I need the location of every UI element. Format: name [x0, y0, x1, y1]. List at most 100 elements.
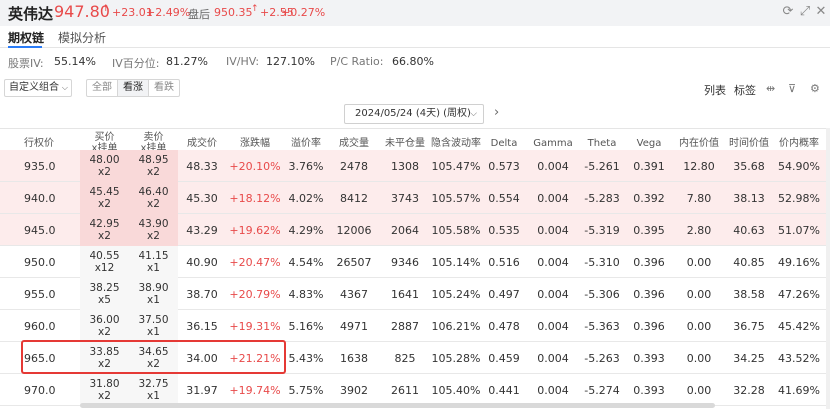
- cell-itm-prob: 41.69%: [778, 383, 820, 397]
- tag-view-button[interactable]: 标签: [734, 82, 756, 98]
- expand-icon[interactable]: ⤢: [797, 4, 813, 20]
- filter-all-button[interactable]: 全部: [87, 80, 118, 96]
- cell-strike: 940.0: [24, 191, 56, 205]
- table-row[interactable]: 950.0 40.55 x12 41.15 x1 40.90 +20.47% 4.54% 265…: [0, 246, 830, 278]
- cell-ask-size: x1: [147, 294, 160, 306]
- cell-ask[interactable]: 38.90 x1: [129, 278, 178, 310]
- cell-bid-size: x2: [98, 390, 111, 402]
- filter-puts-button[interactable]: 看跌: [149, 80, 179, 96]
- cell-bid-size: x12: [94, 262, 115, 274]
- cell-time-value: 40.63: [733, 223, 765, 237]
- cell-strike: 955.0: [24, 287, 56, 301]
- cell-bid-price: 36.00: [89, 314, 120, 326]
- cell-open-interest: 9346: [391, 255, 419, 269]
- cell-theta: -5.261: [584, 159, 620, 173]
- cell-bid-price: 31.80: [89, 378, 120, 390]
- cell-iv: 105.40%: [431, 383, 481, 397]
- expiry-date-bar: 2024/05/24 (4天) (周权) ⌵ ›: [0, 102, 830, 126]
- cell-time-value: 38.13: [733, 191, 765, 205]
- cell-bid-size: x2: [98, 326, 111, 338]
- cell-theta: -5.319: [584, 223, 620, 237]
- settings-gear-icon[interactable]: ⚙: [810, 82, 820, 95]
- cell-bid[interactable]: 42.95 x2: [80, 214, 129, 246]
- cell-bid[interactable]: 40.55 x12: [80, 246, 129, 278]
- iv-hv-value: 127.10%: [266, 55, 315, 68]
- horizontal-scrollbar[interactable]: [80, 403, 715, 408]
- cell-theta: -5.274: [584, 383, 620, 397]
- cell-time-value: 36.75: [733, 319, 765, 333]
- cell-delta: 0.535: [488, 223, 520, 237]
- cell-ask[interactable]: 46.40 x2: [129, 182, 178, 214]
- table-row[interactable]: 960.0 36.00 x2 37.50 x1 36.15 +19.31% 5.16% 4971…: [0, 310, 830, 342]
- cell-theta: -5.283: [584, 191, 620, 205]
- call-put-filter: 全部 看涨 看跌: [86, 79, 180, 97]
- cell-itm-prob: 47.26%: [778, 287, 820, 301]
- cell-vega: 0.396: [633, 319, 665, 333]
- cell-theta: -5.363: [584, 319, 620, 333]
- cell-volume: 26507: [336, 255, 372, 269]
- next-expiry-chevron-icon[interactable]: ›: [494, 105, 499, 120]
- expiry-date-select[interactable]: 2024/05/24 (4天) (周权) ⌵: [344, 104, 484, 124]
- cell-change-pct: +19.31%: [229, 319, 281, 333]
- cell-time-value: 40.85: [733, 255, 765, 269]
- cell-bid[interactable]: 45.45 x2: [80, 182, 129, 214]
- cell-ask[interactable]: 41.15 x1: [129, 246, 178, 278]
- cell-volume: 3902: [340, 383, 368, 397]
- cell-intrinsic: 7.80: [686, 191, 712, 205]
- table-row[interactable]: 945.0 42.95 x2 43.90 x2 43.29 +19.62% 4.29% 1200…: [0, 214, 830, 246]
- cell-delta: 0.554: [488, 191, 520, 205]
- cell-vega: 0.396: [633, 287, 665, 301]
- cell-gamma: 0.004: [537, 255, 569, 269]
- cell-ask[interactable]: 43.90 x2: [129, 214, 178, 246]
- list-view-button[interactable]: 列表: [704, 82, 726, 98]
- cell-intrinsic: 0.00: [686, 255, 712, 269]
- filter-icon[interactable]: ⊽: [788, 82, 796, 95]
- cell-bid[interactable]: 38.25 x5: [80, 278, 129, 310]
- cell-bid[interactable]: 31.80 x2: [80, 374, 129, 406]
- cell-open-interest: 3743: [391, 191, 419, 205]
- table-row[interactable]: 955.0 38.25 x5 38.90 x1 38.70 +20.79% 4.83% 4367…: [0, 278, 830, 310]
- strategy-combo-select[interactable]: 自定义组合 ⌵: [4, 79, 72, 97]
- cell-last: 48.33: [186, 159, 218, 173]
- table-row[interactable]: 940.0 45.45 x2 46.40 x2 45.30 +18.12% 4.02% 8412…: [0, 182, 830, 214]
- highlight-box: [21, 340, 286, 374]
- filter-calls-button[interactable]: 看涨: [118, 80, 149, 96]
- cell-theta: -5.306: [584, 287, 620, 301]
- vertical-scrollbar[interactable]: [826, 128, 830, 409]
- cell-strike: 970.0: [24, 383, 56, 397]
- cell-volume: 12006: [336, 223, 372, 237]
- cell-volume: 8412: [340, 191, 368, 205]
- cell-ask[interactable]: 32.75 x1: [129, 374, 178, 406]
- collapse-columns-icon[interactable]: ⇹: [766, 82, 775, 95]
- cell-strike: 960.0: [24, 319, 56, 333]
- cell-ask[interactable]: 37.50 x1: [129, 310, 178, 342]
- quote-header: 英伟达 947.80 ↑ +23.01 +2.49% 盘后 950.35 ↑ +…: [0, 0, 830, 26]
- cell-open-interest: 825: [394, 351, 416, 365]
- table-row[interactable]: 970.0 31.80 x2 32.75 x1 31.97 +19.74% 5.75% 3902…: [0, 374, 830, 406]
- cell-bid[interactable]: 36.00 x2: [80, 310, 129, 342]
- cell-last: 38.70: [186, 287, 218, 301]
- cell-theta: -5.263: [584, 351, 620, 365]
- strategy-combo-label: 自定义组合: [9, 82, 59, 93]
- cell-open-interest: 2064: [391, 223, 419, 237]
- cell-gamma: 0.004: [537, 319, 569, 333]
- cell-premium: 5.75%: [288, 383, 324, 397]
- cell-itm-prob: 52.98%: [778, 191, 820, 205]
- cell-bid-size: x2: [98, 198, 111, 210]
- close-icon[interactable]: ✕: [813, 4, 829, 20]
- cell-iv: 106.21%: [431, 319, 481, 333]
- cell-bid-price: 42.95: [89, 218, 120, 230]
- table-row[interactable]: 935.0 48.00 x2 48.95 x2 48.33 +20.10% 3.76% 2478…: [0, 150, 830, 182]
- tab-simulation[interactable]: 模拟分析: [58, 29, 106, 46]
- cell-ask-size: x1: [147, 390, 160, 402]
- cell-ask[interactable]: 48.95 x2: [129, 150, 178, 182]
- cell-bid-size: x2: [98, 230, 111, 242]
- refresh-icon[interactable]: ⟳: [780, 4, 796, 20]
- tab-option-chain[interactable]: 期权链: [8, 29, 44, 46]
- cell-gamma: 0.004: [537, 223, 569, 237]
- col-bid-line1: 买价: [94, 132, 115, 143]
- cell-bid[interactable]: 48.00 x2: [80, 150, 129, 182]
- cell-ask-price: 41.15: [138, 250, 169, 262]
- price-change-pct: +2.49%: [146, 6, 191, 19]
- cell-iv: 105.24%: [431, 287, 481, 301]
